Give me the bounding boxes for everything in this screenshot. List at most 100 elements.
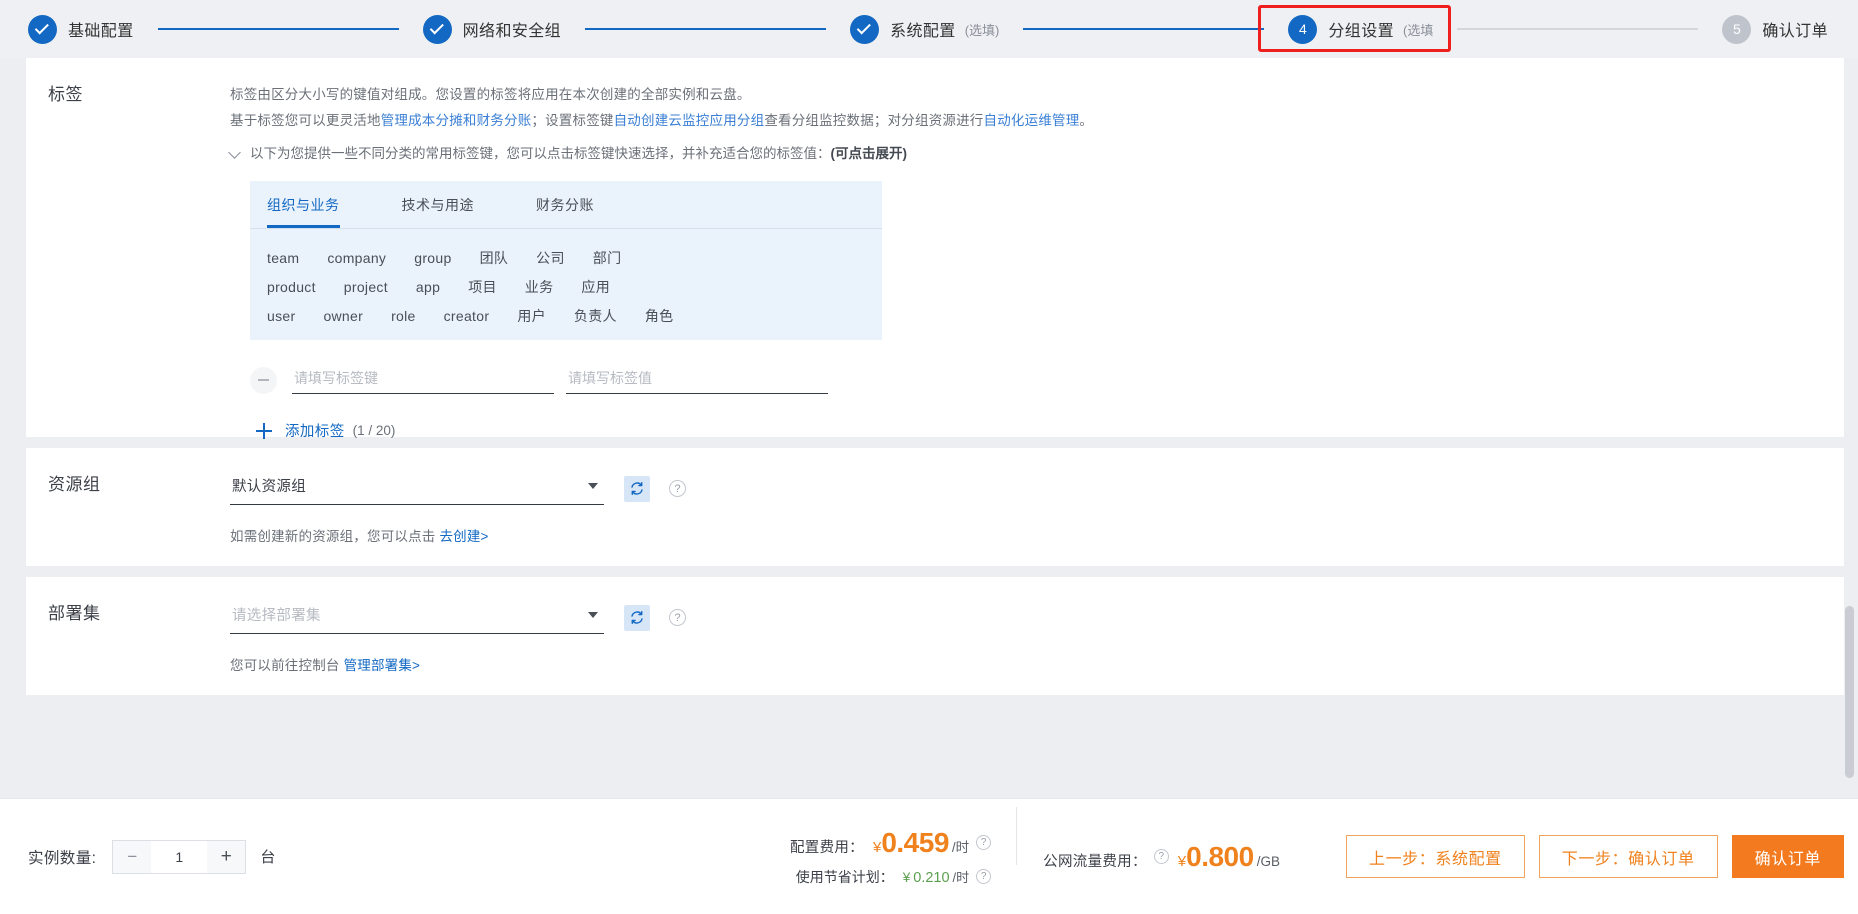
- refresh-icon: [631, 611, 643, 624]
- confirm-order-button[interactable]: 确认订单: [1731, 835, 1844, 878]
- step-connector-1: [157, 28, 399, 30]
- plus-icon: [256, 422, 272, 439]
- traffic-fee-amount: 0.800: [1186, 840, 1254, 872]
- tag-value-input[interactable]: [566, 366, 828, 394]
- tag-chip[interactable]: 业务: [525, 277, 554, 297]
- deployment-set-label: 部署集: [48, 604, 101, 623]
- deployment-set-refresh-button[interactable]: [624, 604, 650, 631]
- resource-group-select-row: 默认资源组 ?: [230, 472, 1818, 505]
- tags-desc-line-1: 标签由区分大小写的键值对组成。您设置的标签将应用在本次创建的全部实例和云盘。: [230, 87, 751, 102]
- deployment-set-select[interactable]: 请选择部署集: [230, 601, 604, 634]
- check-icon: [34, 19, 49, 34]
- config-fee-help-icon[interactable]: ?: [976, 835, 992, 850]
- create-resource-group-link[interactable]: 去创建>: [439, 529, 488, 544]
- step-4-optional: (选填: [1403, 22, 1434, 38]
- savings-plan-line: 使用节省计划： ¥ 0.210 /时 ?: [790, 867, 992, 887]
- tag-chip[interactable]: 负责人: [574, 306, 617, 326]
- tag-chip[interactable]: team: [267, 250, 299, 266]
- prev-step-button[interactable]: 上一步：系统配置: [1345, 835, 1525, 878]
- link-automated-ops[interactable]: 自动化运维管理: [984, 113, 1080, 128]
- deployment-set-card: 部署集 请选择部署集 ? 您可以前往控制台 管理部署集>: [26, 577, 1844, 695]
- step-2[interactable]: 网络和安全组: [422, 14, 562, 44]
- tag-chip[interactable]: group: [414, 250, 451, 266]
- step-5-label: 确认订单: [1762, 23, 1828, 40]
- deployment-set-note: 您可以前往控制台 管理部署集>: [230, 654, 1818, 674]
- tag-chip[interactable]: 部门: [593, 248, 622, 268]
- step-2-label: 网络和安全组: [462, 23, 562, 40]
- add-tag-row[interactable]: 添加标签 (1 / 20): [250, 420, 1818, 441]
- config-fee-line: 配置费用： ¥ 0.459 /时 ?: [790, 826, 992, 859]
- step-3[interactable]: 系统配置 (选填): [850, 14, 999, 44]
- manage-deployment-set-link[interactable]: 管理部署集>: [344, 658, 421, 673]
- savings-plan-amount: 0.210: [913, 869, 950, 886]
- traffic-fee-help-icon[interactable]: ?: [1153, 849, 1169, 864]
- minus-icon: [258, 379, 269, 381]
- tag-chip[interactable]: project: [344, 279, 388, 295]
- tag-count: (1 / 20): [352, 423, 396, 438]
- quantity-value[interactable]: 1: [151, 840, 208, 873]
- deployment-set-select-row: 请选择部署集 ?: [230, 601, 1818, 634]
- quantity-stepper: − 1 +: [112, 839, 247, 874]
- tag-chip[interactable]: 团队: [480, 248, 509, 268]
- check-icon: [429, 19, 444, 34]
- tab-org-business[interactable]: 组织与业务: [267, 181, 340, 228]
- step-1[interactable]: 基础配置: [28, 14, 134, 44]
- tag-chip[interactable]: 公司: [536, 248, 565, 268]
- config-fee-currency: ¥: [872, 838, 882, 856]
- tag-chip[interactable]: creator: [444, 308, 490, 324]
- tag-key-input[interactable]: [292, 366, 554, 394]
- form-scroll-area: 标签 标签由区分大小写的键值对组成。您设置的标签将应用在本次创建的全部实例和云盘…: [0, 58, 1858, 798]
- tag-chip[interactable]: app: [416, 279, 440, 295]
- wizard-stepper: 基础配置 网络和安全组 系统配置 (选填) 4 分组设置 (选填 5 确认订单: [0, 0, 1858, 58]
- config-fee-amount: 0.459: [881, 826, 949, 858]
- add-tag-label: 添加标签: [285, 424, 345, 440]
- deployment-set-note-text: 您可以前往控制台: [230, 658, 340, 673]
- tag-chip[interactable]: product: [267, 279, 316, 295]
- step-connector-4: [1457, 28, 1699, 30]
- tag-chip[interactable]: 用户: [517, 306, 546, 326]
- next-step-button[interactable]: 下一步：确认订单: [1538, 835, 1718, 878]
- chevron-down-icon: [228, 146, 241, 159]
- resource-group-help-icon[interactable]: ?: [669, 480, 686, 497]
- deployment-set-help-icon[interactable]: ?: [669, 609, 686, 626]
- tag-chip[interactable]: owner: [323, 308, 363, 324]
- remove-tag-button[interactable]: [250, 366, 277, 394]
- tag-chip[interactable]: 应用: [581, 277, 610, 297]
- refresh-icon: [631, 482, 643, 495]
- price-summary: 配置费用： ¥ 0.459 /时 ? 使用节省计划： ¥ 0.210 /时 ? …: [764, 806, 1306, 887]
- tag-chip-rows: team company group 团队 公司 部门 product proj…: [250, 229, 882, 326]
- step-5-circle: 5: [1722, 14, 1752, 44]
- chevron-down-icon: [588, 611, 598, 618]
- step-5[interactable]: 5 确认订单: [1722, 14, 1828, 44]
- config-fee-block: 配置费用： ¥ 0.459 /时 ? 使用节省计划： ¥ 0.210 /时 ?: [764, 806, 1018, 887]
- tag-chip-row: team company group 团队 公司 部门: [267, 248, 865, 268]
- savings-plan-caption: 使用节省计划：: [795, 868, 894, 885]
- tag-chip[interactable]: role: [391, 308, 416, 324]
- traffic-fee-unit: /GB: [1256, 853, 1280, 869]
- vertical-scrollbar-thumb[interactable]: [1845, 606, 1854, 778]
- resource-group-note: 如需创建新的资源组，您可以点击 去创建>: [230, 525, 1818, 545]
- quantity-unit: 台: [260, 849, 276, 866]
- tab-tech-usage[interactable]: 技术与用途: [402, 181, 475, 228]
- tag-suggestions-toggle[interactable]: 以下为您提供一些不同分类的常用标签键，您可以点击标签键快速选择，并补充适合您的标…: [228, 141, 1818, 167]
- step-connector-2: [585, 28, 827, 30]
- traffic-fee-currency: ¥: [1177, 852, 1187, 870]
- tab-finance-split[interactable]: 财务分账: [536, 181, 594, 228]
- quantity-increase-button[interactable]: +: [207, 840, 246, 873]
- tag-chip[interactable]: company: [327, 250, 386, 266]
- step-3-circle: [850, 14, 880, 44]
- savings-plan-help-icon[interactable]: ?: [976, 869, 992, 884]
- footer-buttons: 上一步：系统配置 下一步：确认订单 确认订单: [1345, 835, 1858, 878]
- link-cost-allocation[interactable]: 管理成本分摊和财务分账: [381, 113, 532, 128]
- tags-desc-p2: ；设置标签键: [531, 113, 614, 128]
- resource-group-refresh-button[interactable]: [624, 475, 650, 502]
- tag-chip[interactable]: 项目: [468, 277, 497, 297]
- step-2-circle: [422, 14, 452, 44]
- tag-chip[interactable]: user: [267, 308, 295, 324]
- step-4[interactable]: 4 分组设置 (选填: [1288, 14, 1434, 44]
- resource-group-select[interactable]: 默认资源组: [230, 472, 604, 505]
- quantity-decrease-button[interactable]: −: [113, 840, 152, 873]
- savings-plan-unit: /时: [952, 869, 970, 885]
- tag-chip[interactable]: 角色: [645, 306, 674, 326]
- link-cloud-monitor-group[interactable]: 自动创建云监控应用分组: [614, 113, 765, 128]
